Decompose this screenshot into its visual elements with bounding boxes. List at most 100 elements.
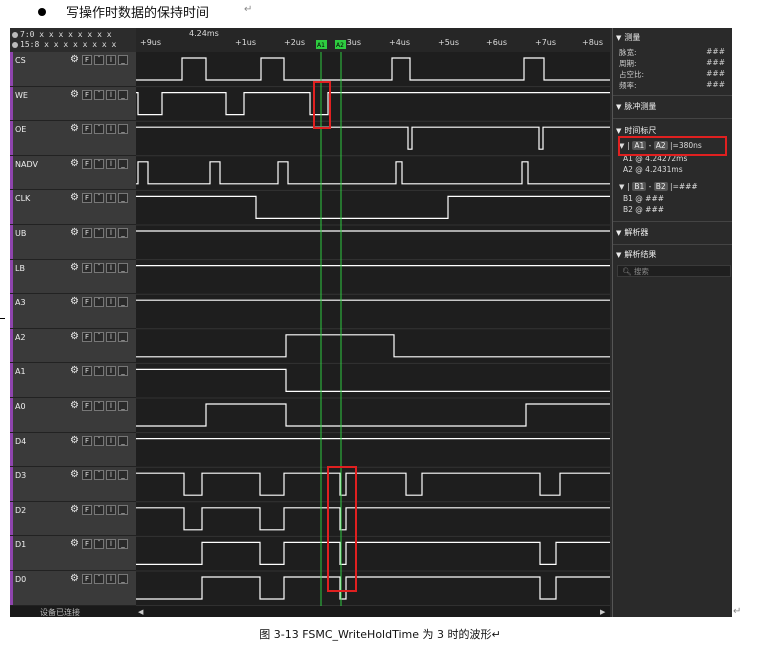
trigger-line-button[interactable]: _ <box>118 574 128 584</box>
gear-icon[interactable]: ⚙ <box>70 124 80 134</box>
trigger-edge-button[interactable]: F <box>82 228 92 238</box>
horizontal-scrollbar[interactable]: 设备已连接 ◀ ▶ <box>10 606 610 617</box>
trigger-edge-button[interactable]: F <box>82 124 92 135</box>
channel-row-cs[interactable]: CS ⚙ F ¯ ⅼ _ <box>10 52 136 87</box>
trigger-edge-button[interactable]: F <box>82 331 92 342</box>
gear-icon[interactable]: ⚙ <box>70 262 80 273</box>
section-timing[interactable]: ▼ 时间标尺 <box>616 125 656 136</box>
trigger-line-button[interactable]: _ <box>118 539 128 550</box>
trigger-edge-button[interactable]: F <box>82 89 92 100</box>
trigger-line-button[interactable]: _ <box>118 193 128 204</box>
channel-row-d1[interactable]: D1 ⚙ F ¯ ⅼ _ <box>10 536 136 571</box>
waveform-canvas[interactable] <box>136 52 610 606</box>
trigger-low-button[interactable]: ⅼ <box>106 470 116 481</box>
trigger-low-button[interactable]: ⅼ <box>106 574 116 584</box>
section-measure[interactable]: ▼ 测量 <box>616 32 640 43</box>
channel-row-clk[interactable]: CLK ⚙ F ¯ ⅼ _ <box>10 190 136 225</box>
trigger-high-button[interactable]: ¯ <box>94 401 104 411</box>
channel-row-d4[interactable]: D4 ⚙ F ¯ ⅼ _ <box>10 432 136 468</box>
channel-row-d2[interactable]: D2 ⚙ F ¯ ⅼ _ <box>10 501 136 537</box>
gear-icon[interactable]: ⚙ <box>70 470 80 480</box>
trigger-line-button[interactable]: _ <box>118 124 128 135</box>
channel-row-oe[interactable]: OE ⚙ F ¯ ⅼ _ <box>10 121 136 156</box>
gear-icon[interactable]: ⚙ <box>70 504 80 515</box>
radio-icon[interactable] <box>12 31 18 38</box>
channel-row-a3[interactable]: A3 ⚙ F ¯ ⅼ _ <box>10 294 136 329</box>
channel-row-ub[interactable]: UB ⚙ F ¯ ⅼ _ <box>10 225 136 260</box>
gear-icon[interactable]: ⚙ <box>70 228 80 238</box>
trigger-high-button[interactable]: ¯ <box>94 366 104 377</box>
trigger-low-button[interactable]: ⅼ <box>106 435 116 446</box>
trigger-line-button[interactable]: _ <box>118 401 128 411</box>
trigger-line-button[interactable]: _ <box>118 262 128 273</box>
gear-icon[interactable]: ⚙ <box>70 435 80 446</box>
radio-icon[interactable] <box>12 41 18 48</box>
trigger-low-button[interactable]: ⅼ <box>106 158 116 169</box>
trigger-low-button[interactable]: ⅼ <box>106 124 116 135</box>
gear-icon[interactable]: ⚙ <box>70 55 80 65</box>
trigger-edge-button[interactable]: F <box>82 470 92 481</box>
trigger-high-button[interactable]: ¯ <box>94 228 104 238</box>
gear-icon[interactable]: ⚙ <box>70 574 80 584</box>
trigger-line-button[interactable]: _ <box>118 228 128 238</box>
trigger-edge-button[interactable]: F <box>82 55 92 65</box>
b-difference-row[interactable]: ▼ | B1 - B2 |=### <box>619 182 698 191</box>
time-ruler[interactable]: 4.24ms +9us +1us +2us +3us +4us +5us +6u… <box>136 28 610 52</box>
channel-row-a1[interactable]: A1 ⚙ F ¯ ⅼ _ <box>10 363 136 398</box>
channel-row-a2[interactable]: A2 ⚙ F ¯ ⅼ _ <box>10 328 136 364</box>
trigger-high-button[interactable]: ¯ <box>94 262 104 273</box>
trigger-edge-button[interactable]: F <box>82 401 92 411</box>
trigger-low-button[interactable]: ⅼ <box>106 401 116 411</box>
section-pulse[interactable]: ▼ 脉冲测量 <box>616 101 656 112</box>
section-analyzer[interactable]: ▼ 解析器 <box>616 227 648 238</box>
trigger-high-button[interactable]: ¯ <box>94 89 104 100</box>
trigger-low-button[interactable]: ⅼ <box>106 89 116 100</box>
trigger-low-button[interactable]: ⅼ <box>106 297 116 308</box>
trigger-edge-button[interactable]: F <box>82 297 92 308</box>
trigger-low-button[interactable]: ⅼ <box>106 228 116 238</box>
trigger-edge-button[interactable]: F <box>82 574 92 584</box>
trigger-edge-button[interactable]: F <box>82 158 92 169</box>
trigger-low-button[interactable]: ⅼ <box>106 366 116 377</box>
trigger-low-button[interactable]: ⅼ <box>106 331 116 342</box>
trigger-low-button[interactable]: ⅼ <box>106 262 116 273</box>
gear-icon[interactable]: ⚙ <box>70 158 80 169</box>
trigger-high-button[interactable]: ¯ <box>94 55 104 65</box>
channel-row-d3[interactable]: D3 ⚙ F ¯ ⅼ _ <box>10 467 136 502</box>
channel-row-nadv[interactable]: NADV ⚙ F ¯ ⅼ _ <box>10 155 136 191</box>
trigger-high-button[interactable]: ¯ <box>94 504 104 515</box>
trigger-line-button[interactable]: _ <box>118 331 128 342</box>
trigger-line-button[interactable]: _ <box>118 89 128 100</box>
trigger-low-button[interactable]: ⅼ <box>106 539 116 550</box>
trigger-high-button[interactable]: ¯ <box>94 297 104 308</box>
trigger-line-button[interactable]: _ <box>118 470 128 481</box>
trigger-edge-button[interactable]: F <box>82 539 92 550</box>
trigger-high-button[interactable]: ¯ <box>94 539 104 550</box>
scroll-right-icon[interactable]: ▶ <box>600 608 605 616</box>
trigger-line-button[interactable]: _ <box>118 435 128 446</box>
channel-row-lb[interactable]: LB ⚙ F ¯ ⅼ _ <box>10 259 136 295</box>
trigger-line-button[interactable]: _ <box>118 504 128 515</box>
trigger-low-button[interactable]: ⅼ <box>106 193 116 204</box>
trigger-high-button[interactable]: ¯ <box>94 124 104 135</box>
trigger-high-button[interactable]: ¯ <box>94 470 104 481</box>
trigger-low-button[interactable]: ⅼ <box>106 55 116 65</box>
trigger-high-button[interactable]: ¯ <box>94 193 104 204</box>
trigger-line-button[interactable]: _ <box>118 297 128 308</box>
gear-icon[interactable]: ⚙ <box>70 297 80 307</box>
gear-icon[interactable]: ⚙ <box>70 89 80 100</box>
trigger-line-button[interactable]: _ <box>118 366 128 377</box>
gear-icon[interactable]: ⚙ <box>70 401 80 411</box>
trigger-low-button[interactable]: ⅼ <box>106 504 116 515</box>
channel-row-a0[interactable]: A0 ⚙ F ¯ ⅼ _ <box>10 398 136 433</box>
trigger-edge-button[interactable]: F <box>82 435 92 446</box>
channel-row-d0[interactable]: D0 ⚙ F ¯ ⅼ _ <box>10 571 136 606</box>
trigger-edge-button[interactable]: F <box>82 366 92 377</box>
scroll-left-icon[interactable]: ◀ <box>138 608 143 616</box>
gear-icon[interactable]: ⚙ <box>70 193 80 203</box>
gear-icon[interactable]: ⚙ <box>70 331 80 342</box>
trigger-line-button[interactable]: _ <box>118 55 128 65</box>
waveform-area[interactable] <box>136 52 610 606</box>
trigger-line-button[interactable]: _ <box>118 158 128 169</box>
trigger-edge-button[interactable]: F <box>82 193 92 204</box>
